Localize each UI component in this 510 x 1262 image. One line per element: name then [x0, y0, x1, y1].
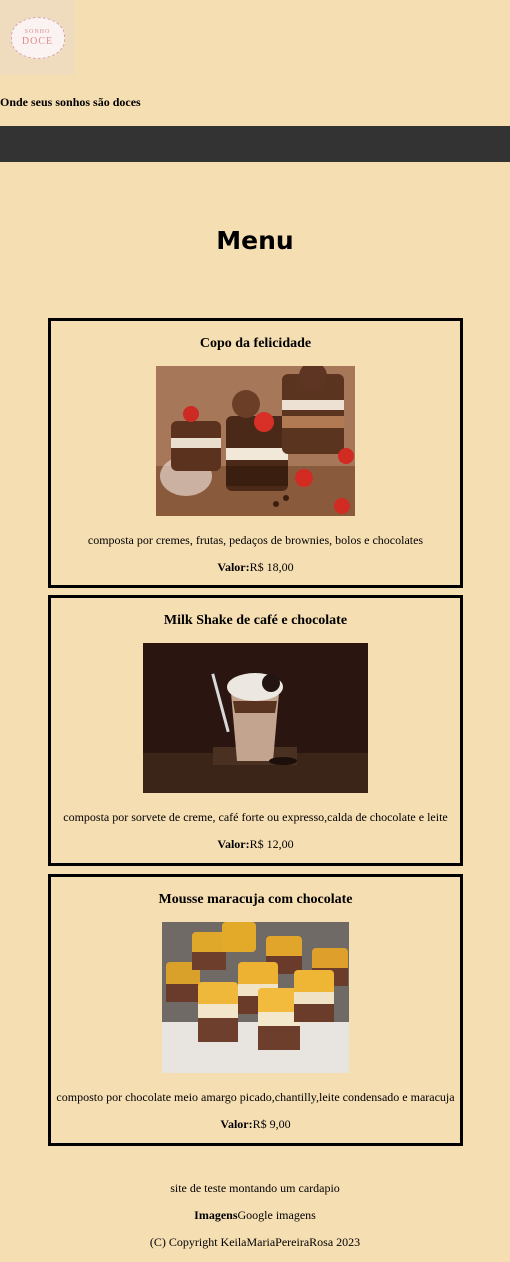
dessert-cup-photo — [156, 366, 355, 516]
copyright: (C) Copyright KeilaMariaPereiraRosa 2023 — [149, 1235, 361, 1249]
menu-item-card: Copo da felicidade composta por cremes, … — [48, 318, 463, 588]
menu-item-card: Mousse maracuja com chocolate composto p… — [48, 874, 463, 1146]
price-label: Valor: — [220, 1117, 253, 1131]
logo-small-text: SONHO — [24, 28, 51, 35]
milkshake-photo — [143, 643, 368, 793]
page-title: Menu — [216, 226, 294, 255]
menu-item-card: Milk Shake de café e chocolate composta … — [48, 595, 463, 866]
menu-item-description: composto por chocolate meio amargo picad… — [56, 1090, 455, 1104]
menu-item-price: Valor:R$ 12,00 — [51, 837, 460, 852]
logo-big-text: DOCE — [21, 35, 54, 47]
logo-badge: SONHO DOCE — [10, 16, 65, 59]
image-credits-source: Google imagens — [237, 1208, 316, 1222]
price-value: R$ 9,00 — [252, 1117, 291, 1131]
image-credits: ImagensGoogle imagens — [0, 1208, 510, 1223]
price-label: Valor: — [217, 560, 250, 574]
menu-item-name: Mousse maracuja com chocolate — [158, 892, 353, 907]
slogan: Onde seus sonhos são doces — [0, 95, 141, 109]
navigation-bar — [0, 126, 510, 162]
footer-note: site de teste montando um cardapio — [170, 1181, 340, 1195]
mousse-photo — [162, 922, 349, 1073]
logo[interactable]: SONHO DOCE — [0, 0, 75, 75]
menu-item-price: Valor:R$ 9,00 — [51, 1117, 460, 1132]
menu-item-name: Copo da felicidade — [199, 336, 312, 351]
menu-item-description: composta por cremes, frutas, pedaços de … — [87, 533, 424, 547]
image-credits-label: Imagens — [194, 1208, 238, 1222]
menu-item-description: composta por sorvete de creme, café fort… — [63, 810, 448, 824]
price-value: R$ 18,00 — [249, 560, 294, 574]
menu-item-price: Valor:R$ 18,00 — [51, 560, 460, 575]
price-label: Valor: — [217, 837, 250, 851]
menu-item-name: Milk Shake de café e chocolate — [163, 613, 348, 628]
price-value: R$ 12,00 — [249, 837, 294, 851]
